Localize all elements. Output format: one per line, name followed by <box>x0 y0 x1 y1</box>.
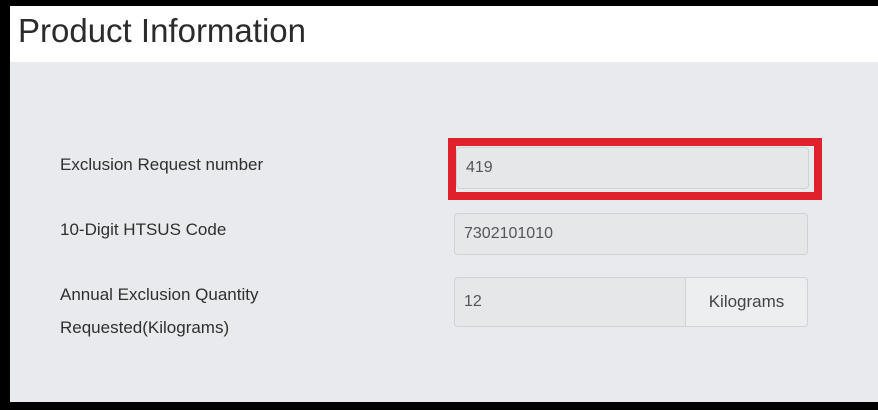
annual-quantity-field[interactable]: 12 <box>454 277 686 327</box>
exclusion-request-label: Exclusion Request number <box>60 155 264 174</box>
annual-quantity-label-line2: Requested(Kilograms) <box>60 318 230 337</box>
htsus-code-label: 10-Digit HTSUS Code <box>60 220 227 239</box>
exclusion-request-value: 419 <box>466 159 493 176</box>
annual-quantity-label-line1: Annual Exclusion Quantity <box>60 285 259 304</box>
kilograms-unit-label: Kilograms <box>708 292 785 311</box>
exclusion-request-field[interactable]: 419 <box>456 147 809 189</box>
section-header: Product Information <box>10 6 868 62</box>
htsus-code-value: 7302101010 <box>464 225 553 242</box>
section-title: Product Information <box>18 12 306 49</box>
annual-quantity-value: 12 <box>464 293 482 310</box>
kilograms-unit-addon: Kilograms <box>685 277 808 327</box>
htsus-code-field[interactable]: 7302101010 <box>454 213 808 255</box>
product-information-panel: Exclusion Request number 419 10-Digit HT… <box>10 62 878 402</box>
